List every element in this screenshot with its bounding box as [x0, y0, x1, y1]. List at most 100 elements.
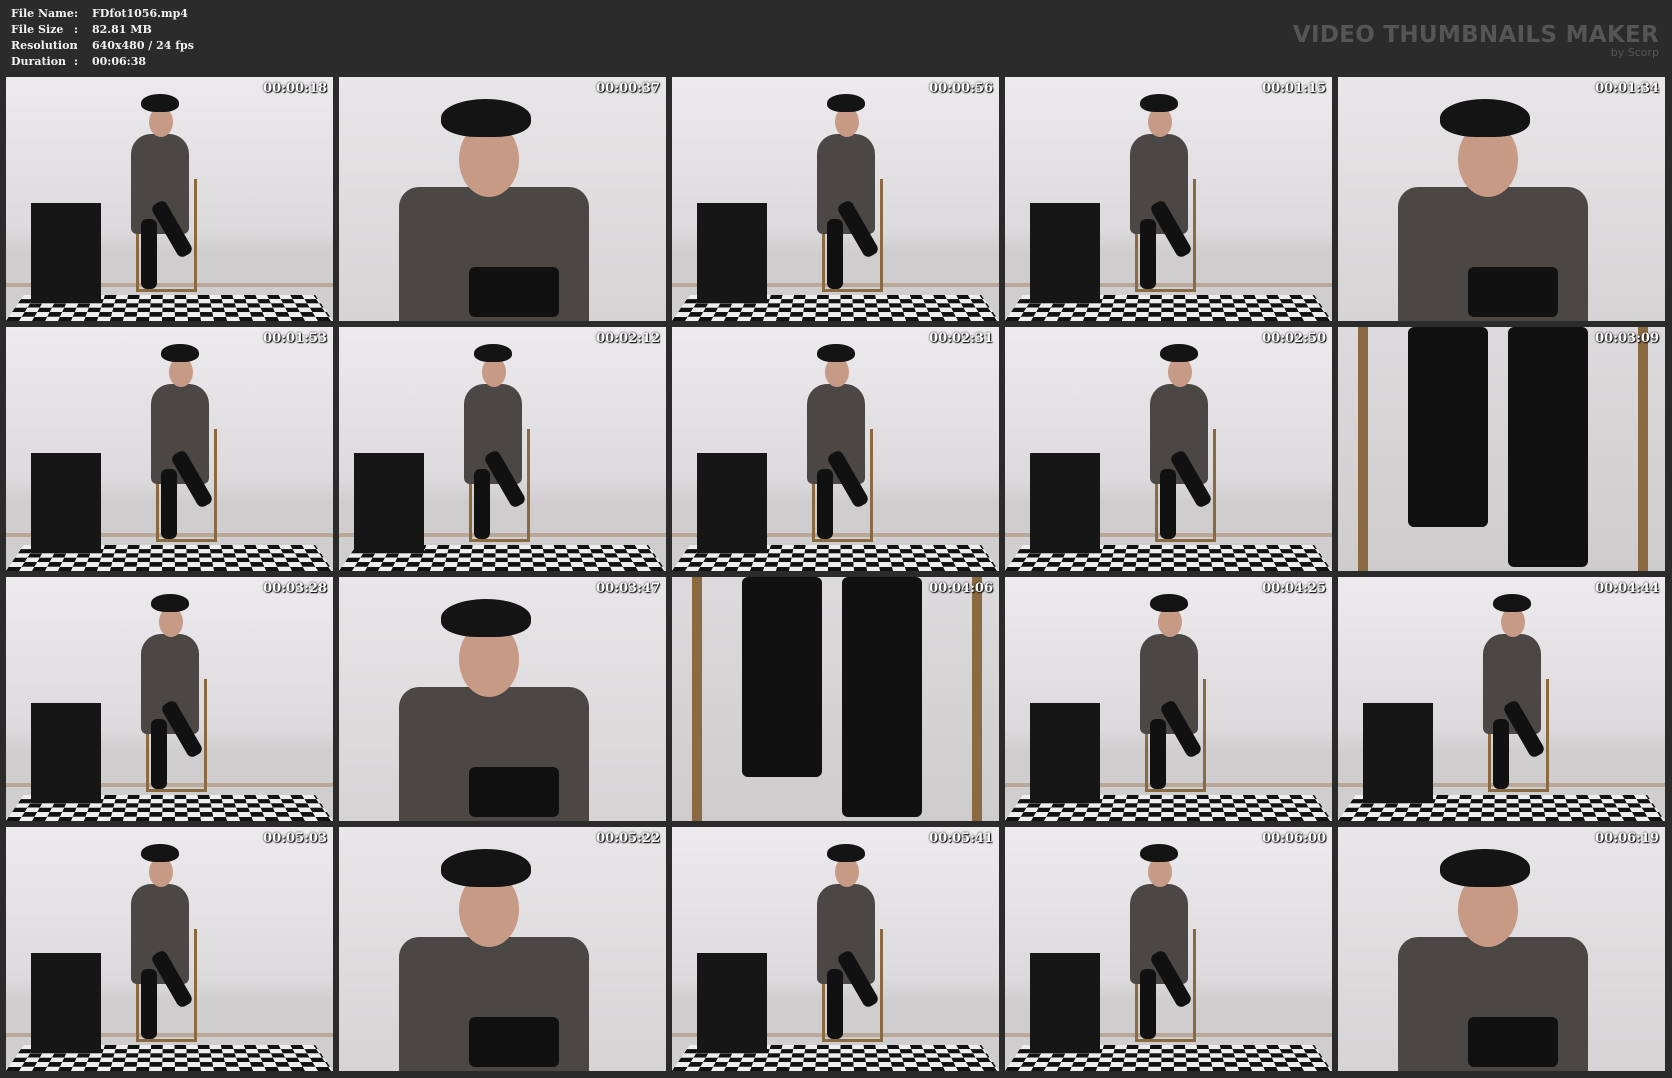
seated-figure [1115, 89, 1205, 299]
black-box [31, 453, 101, 553]
beret [1440, 99, 1530, 137]
black-box [697, 953, 767, 1053]
video-thumbnail: 00:01:15 [1005, 77, 1332, 321]
black-box [31, 953, 101, 1053]
thumbnail-timestamp: 00:00:18 [263, 81, 327, 96]
duration-label: Duration [11, 55, 67, 68]
boot [469, 1017, 559, 1067]
seated-figure [792, 339, 882, 549]
boot [141, 219, 157, 289]
video-thumbnail: 00:01:53 [6, 327, 333, 571]
thumbnail-timestamp: 00:05:22 [596, 831, 660, 846]
wooden-chair [692, 577, 982, 821]
video-thumbnail: 00:04:44 [1338, 577, 1665, 821]
black-box [697, 203, 767, 303]
seated-figure [1135, 339, 1225, 549]
video-thumbnail: 00:04:06 [672, 577, 999, 821]
boot [151, 719, 167, 789]
meta-row-file-name: File Name : FDfot1056.mp4 [11, 6, 194, 22]
video-thumbnail: 00:02:50 [1005, 327, 1332, 571]
beret [151, 594, 189, 612]
seated-figure [136, 339, 226, 549]
seated-figure [116, 839, 206, 1049]
beret [1140, 844, 1178, 862]
seated-figure [116, 89, 206, 299]
seated-figure [449, 339, 539, 549]
seated-figure [1115, 839, 1205, 1049]
boot [1160, 469, 1176, 539]
thumbnail-timestamp: 00:01:34 [1595, 81, 1659, 96]
thumbnail-timestamp: 00:02:31 [929, 331, 993, 346]
boot [742, 577, 822, 777]
seated-figure [1125, 589, 1215, 799]
boot [1493, 719, 1509, 789]
beret [141, 94, 179, 112]
boot [141, 969, 157, 1039]
beret [1160, 344, 1198, 362]
close-up-figure [379, 837, 619, 1071]
black-box [354, 453, 424, 553]
boot [1468, 1017, 1558, 1067]
beret [474, 344, 512, 362]
thumbnail-timestamp: 00:05:03 [263, 831, 327, 846]
close-up-figure [379, 587, 619, 821]
close-up-figure [1378, 87, 1618, 321]
file-size-label: File Size [11, 23, 64, 36]
thumbnail-timestamp: 00:01:15 [1262, 81, 1326, 96]
beret [1150, 594, 1188, 612]
duration-value: 00:06:38 [92, 55, 147, 68]
video-thumbnail: 00:03:28 [6, 577, 333, 821]
boot [817, 469, 833, 539]
file-name-value: FDfot1056.mp4 [92, 7, 188, 20]
separator: : [74, 23, 79, 36]
thumbnail-timestamp: 00:02:12 [596, 331, 660, 346]
beret [1140, 94, 1178, 112]
boots-close-up [1338, 327, 1665, 571]
thumbnail-timestamp: 00:03:47 [596, 581, 660, 596]
boot [1140, 219, 1156, 289]
brand-watermark: VIDEO THUMBNAILS MAKER by Scorp [1293, 22, 1659, 59]
boot [474, 469, 490, 539]
boot [1150, 719, 1166, 789]
beret [441, 99, 531, 137]
black-box [1030, 453, 1100, 553]
video-thumbnail: 00:05:41 [672, 827, 999, 1071]
video-thumbnail: 00:03:09 [1338, 327, 1665, 571]
resolution-label: Resolution [11, 39, 78, 52]
brand-title: VIDEO THUMBNAILS MAKER [1292, 22, 1659, 48]
seated-figure [802, 89, 892, 299]
video-thumbnail: 00:05:03 [6, 827, 333, 1071]
boot [1508, 327, 1588, 567]
thumbnail-timestamp: 00:03:28 [263, 581, 327, 596]
thumbnail-timestamp: 00:04:44 [1595, 581, 1659, 596]
boot [1140, 969, 1156, 1039]
video-thumbnail: 00:00:37 [339, 77, 666, 321]
video-thumbnail: 00:01:34 [1338, 77, 1665, 321]
boot [1408, 327, 1488, 527]
thumbnail-timestamp: 00:06:19 [1595, 831, 1659, 846]
video-thumbnail: 00:02:31 [672, 327, 999, 571]
boot [469, 267, 559, 317]
file-name-label: File Name [11, 7, 74, 20]
boot [842, 577, 922, 817]
thumbnail-timestamp: 00:02:50 [1262, 331, 1326, 346]
video-thumbnail: 00:00:56 [672, 77, 999, 321]
thumbnail-timestamp: 00:00:56 [929, 81, 993, 96]
black-box [697, 453, 767, 553]
seated-figure [126, 589, 216, 799]
thumbnail-timestamp: 00:00:37 [596, 81, 660, 96]
beret [161, 344, 199, 362]
meta-row-file-size: File Size : 82.81 MB [11, 22, 194, 38]
video-thumbnail: 00:06:19 [1338, 827, 1665, 1071]
thumbnail-timestamp: 00:04:06 [929, 581, 993, 596]
thumbnail-timestamp: 00:03:09 [1595, 331, 1659, 346]
seated-figure [802, 839, 892, 1049]
black-box [1030, 953, 1100, 1053]
video-thumbnail: 00:04:25 [1005, 577, 1332, 821]
black-box [1030, 703, 1100, 803]
beret [827, 844, 865, 862]
boot [469, 767, 559, 817]
separator: : [74, 39, 79, 52]
beret [141, 844, 179, 862]
boot [1468, 267, 1558, 317]
